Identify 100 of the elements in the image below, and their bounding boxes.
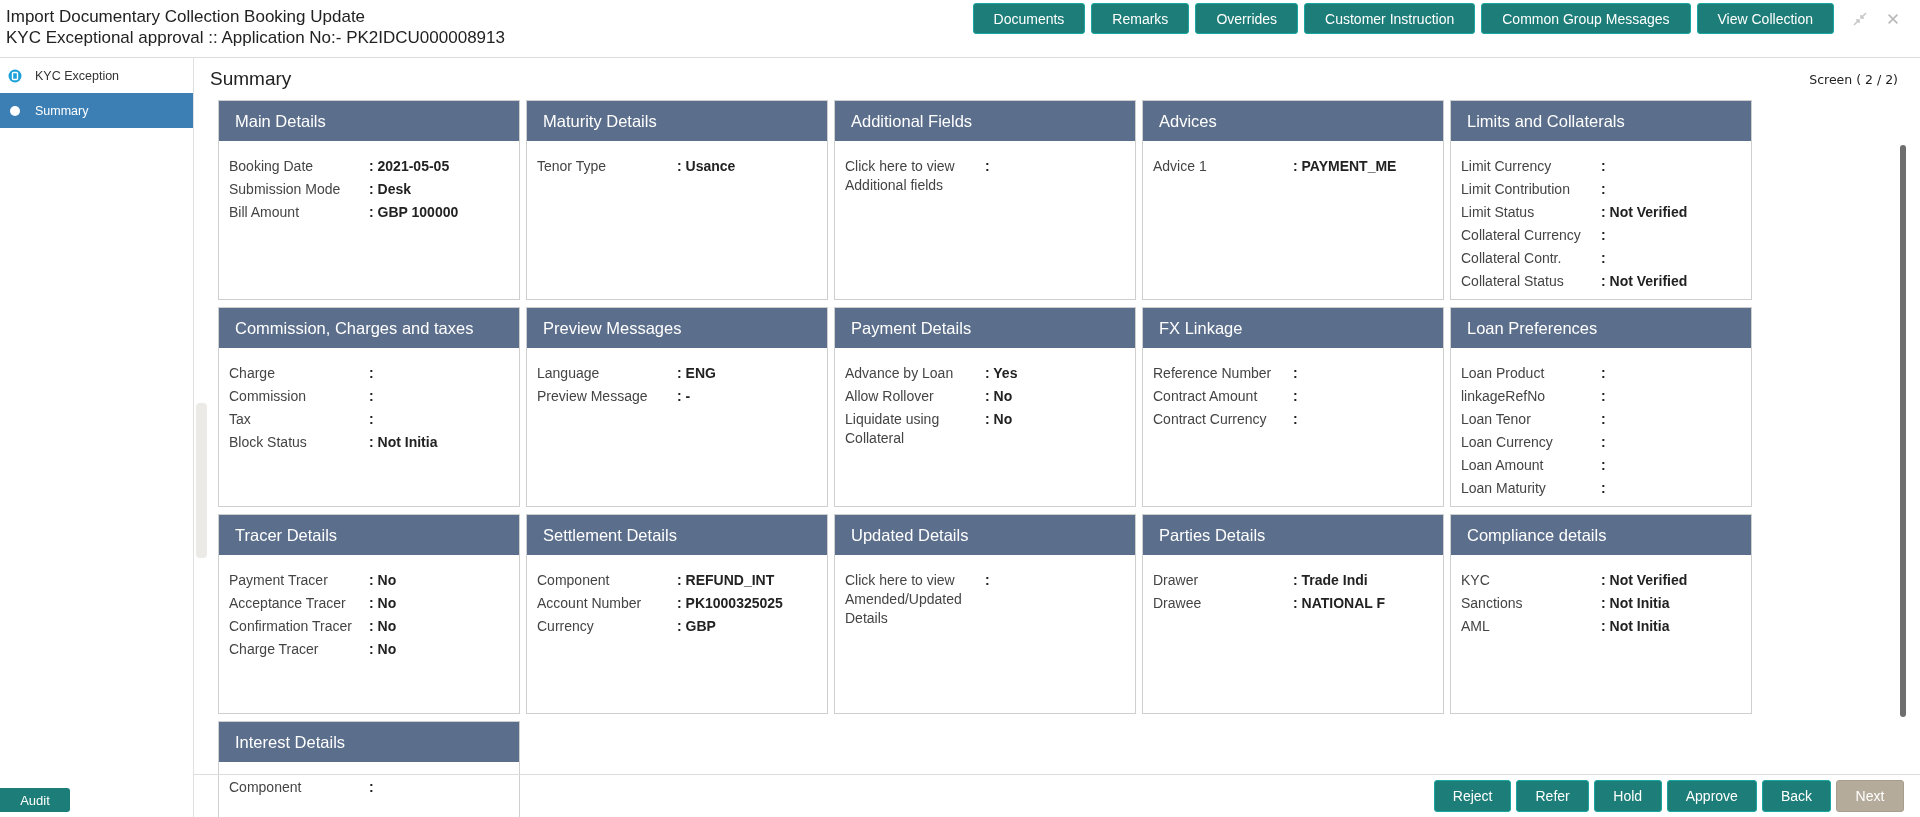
field-value: : - xyxy=(677,387,691,406)
card-header: Payment Details xyxy=(835,308,1135,348)
field-label: Bill Amount xyxy=(229,203,301,222)
field-label: Limit Currency xyxy=(1461,157,1553,176)
field-label: Click here to view Amended/Updated Details xyxy=(845,571,963,628)
field-label: AML xyxy=(1461,617,1491,636)
field-value: : Not Verified xyxy=(1601,272,1688,291)
collapse-handle[interactable] xyxy=(196,403,207,558)
field-value: : No xyxy=(985,387,1013,406)
field-label: Collateral Contr. xyxy=(1461,249,1563,268)
field-value: : xyxy=(369,387,374,406)
footer-button[interactable]: Hold xyxy=(1593,780,1662,812)
card-header: Commission, Charges and taxes xyxy=(219,308,519,348)
field-value: : Not Verified xyxy=(1601,571,1688,590)
field-value: : xyxy=(369,410,374,429)
field-label: Advice 1 xyxy=(1153,157,1208,176)
field-label: linkageRefNo xyxy=(1461,387,1547,406)
field-label: Account Number xyxy=(537,594,643,613)
footer-button[interactable]: Reject xyxy=(1433,780,1512,812)
footer-button[interactable]: Approve xyxy=(1666,780,1757,812)
header-button[interactable]: Remarks xyxy=(1091,3,1190,34)
field-value: : No xyxy=(369,594,397,613)
field-label: Loan Currency xyxy=(1461,433,1554,452)
field-value: : Not Initia xyxy=(1601,594,1670,613)
field-value: : xyxy=(369,364,374,383)
sidebar-step[interactable]: Summary xyxy=(0,93,193,128)
field-value: : Not Verified xyxy=(1601,203,1688,222)
field-value: : xyxy=(1601,249,1606,268)
footer-button[interactable]: Refer xyxy=(1516,780,1589,812)
field-label: KYC xyxy=(1461,571,1491,590)
field-label: Drawer xyxy=(1153,571,1200,590)
field-label: Component xyxy=(537,571,611,590)
close-icon[interactable] xyxy=(1886,11,1900,26)
field-value: : xyxy=(1601,456,1606,475)
card-header: Maturity Details xyxy=(527,101,827,141)
header-button[interactable]: Customer Instruction xyxy=(1304,3,1476,34)
header-button[interactable]: Overrides xyxy=(1195,3,1299,34)
field-label: Reference Number xyxy=(1153,364,1273,383)
field-value: : xyxy=(985,157,990,176)
field-label: Drawee xyxy=(1153,594,1203,613)
application-subtitle: KYC Exceptional approval :: Application No:- PK2IDCU000008913 xyxy=(6,27,505,48)
field-value: : Trade Indi xyxy=(1293,571,1368,590)
field-value: : PK1000325025 xyxy=(677,594,783,613)
field-label: Loan Tenor xyxy=(1461,410,1532,429)
field-label: Limit Contribution xyxy=(1461,180,1571,199)
field-value: : xyxy=(1601,157,1606,176)
field-value: : GBP xyxy=(677,617,716,636)
field-label: Collateral Status xyxy=(1461,272,1565,291)
field-label: Collateral Currency xyxy=(1461,226,1582,245)
field-label: Block Status xyxy=(229,433,308,452)
field-label: Allow Rollover xyxy=(845,387,935,406)
field-value: : xyxy=(1293,387,1298,406)
minimize-icon[interactable] xyxy=(1852,10,1868,27)
field-value: : xyxy=(1601,364,1606,383)
field-value: : Not Initia xyxy=(1601,617,1670,636)
field-label: Confirmation Tracer xyxy=(229,617,353,636)
field-label: Currency xyxy=(537,617,595,636)
field-value: : Usance xyxy=(677,157,736,176)
field-value: : xyxy=(1601,180,1606,199)
field-value: : No xyxy=(369,571,397,590)
card-header: FX Linkage xyxy=(1143,308,1443,348)
field-label: Advance by Loan xyxy=(845,364,955,383)
screen-indicator: Screen ( 2 / 2) xyxy=(1809,71,1898,87)
field-label: Payment Tracer xyxy=(229,571,329,590)
field-label: Language xyxy=(537,364,601,383)
field-label: Commission xyxy=(229,387,307,406)
header-button[interactable]: Common Group Messages xyxy=(1481,3,1691,34)
card-header: Compliance details xyxy=(1451,515,1751,555)
card-header: Additional Fields xyxy=(835,101,1135,141)
field-label: Booking Date xyxy=(229,157,315,176)
field-value: : ENG xyxy=(677,364,716,383)
field-value: : PAYMENT_ME xyxy=(1293,157,1397,176)
field-label: Loan Product xyxy=(1461,364,1546,383)
header-button[interactable]: View Collection xyxy=(1696,3,1834,34)
page-title: Import Documentary Collection Booking Update xyxy=(6,6,367,27)
field-value: : xyxy=(1601,387,1606,406)
sidebar-step[interactable]: KYC Exception xyxy=(0,58,193,93)
field-value: : 2021-05-05 xyxy=(369,157,450,176)
card-header: Loan Preferences xyxy=(1451,308,1751,348)
step-dot-icon xyxy=(8,103,22,118)
field-value: : xyxy=(1601,433,1606,452)
section-title: Summary xyxy=(209,68,292,90)
field-label: Contract Currency xyxy=(1153,410,1268,429)
field-value: : xyxy=(985,571,990,590)
field-value: : NATIONAL F xyxy=(1293,594,1386,613)
field-value: : xyxy=(1293,410,1298,429)
field-value: : REFUND_INT xyxy=(677,571,775,590)
field-label: Contract Amount xyxy=(1153,387,1259,406)
header-button[interactable]: Documents xyxy=(972,3,1086,34)
field-value: : No xyxy=(369,640,397,659)
field-value: : xyxy=(1601,410,1606,429)
field-label: Liquidate using Collateral xyxy=(845,410,941,448)
field-label: Charge xyxy=(229,364,276,383)
audit-button[interactable]: Audit xyxy=(0,788,70,812)
field-label: Submission Mode xyxy=(229,180,342,199)
scrollbar[interactable] xyxy=(1900,145,1906,717)
field-value: : xyxy=(1293,364,1298,383)
card-header: Interest Details xyxy=(219,722,519,762)
field-value: : GBP 100000 xyxy=(369,203,459,222)
footer-button[interactable]: Back xyxy=(1761,780,1831,812)
